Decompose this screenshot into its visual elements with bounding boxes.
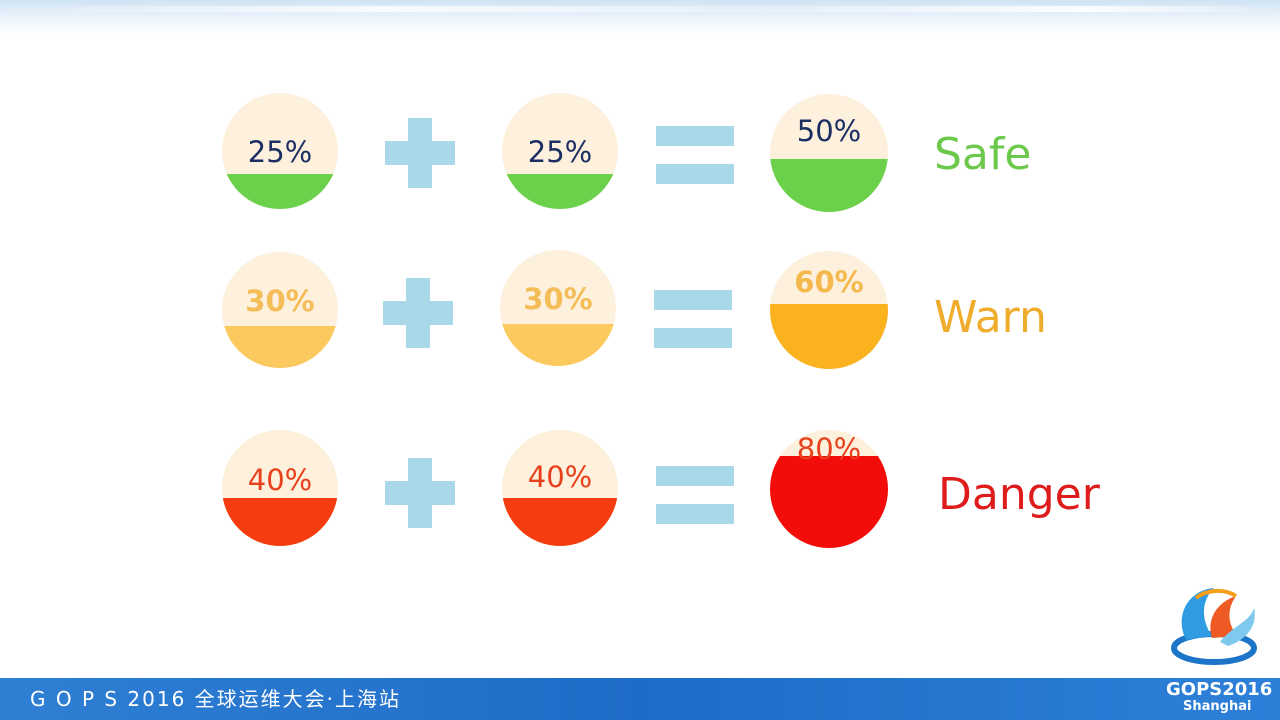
row1-result-label: 50% (796, 114, 862, 148)
row2-right-label: 30% (523, 282, 593, 316)
row2-left-label: 30% (245, 284, 315, 318)
row1-result-circle: 50% (770, 94, 888, 212)
logo-city: Shanghai (1183, 699, 1252, 714)
footer-bar: G O P S 2016 全球运维大会·上海站 GOPS2016 Shangha… (0, 678, 1280, 720)
row2-right-circle: 30% (500, 250, 616, 366)
plus-icon (383, 278, 453, 348)
row3-right-fill (502, 498, 618, 546)
row1-status: Safe (934, 129, 1032, 180)
row3-right-label: 40% (527, 460, 593, 494)
equals-icon (656, 466, 734, 524)
row2-status: Warn (934, 292, 1047, 343)
row2-result-circle: 60% (770, 251, 888, 369)
row3-result-label: 80% (796, 432, 862, 466)
row3-result-fill (770, 455, 888, 548)
row3-left-circle: 40% (222, 430, 338, 546)
row2-result-label: 60% (794, 265, 864, 299)
row1-right-label: 25% (527, 135, 593, 169)
plus-icon (385, 458, 455, 528)
row3-right-circle: 40% (502, 430, 618, 546)
row1-left-fill (222, 174, 338, 209)
row1-left-label: 25% (247, 135, 313, 169)
gops-logo-icon (1171, 588, 1257, 665)
equals-icon (654, 290, 732, 348)
row3-status: Danger (938, 469, 1100, 520)
row2-left-fill (222, 326, 338, 368)
row2-right-fill (500, 324, 616, 366)
equals-icon (656, 126, 734, 184)
row3-left-label: 40% (247, 463, 313, 497)
plus-icon (385, 118, 455, 188)
row3-left-fill (222, 498, 338, 546)
row1-left-circle: 25% (222, 93, 338, 209)
row1-right-circle: 25% (502, 93, 618, 209)
row2-left-circle: 30% (222, 252, 338, 368)
row2-result-fill (770, 304, 888, 369)
row1-right-fill (502, 174, 618, 209)
row1-result-fill (770, 158, 888, 212)
row3-result-circle: 80% (770, 430, 888, 548)
event-title: G O P S 2016 全球运维大会·上海站 (30, 687, 402, 711)
header-band (0, 0, 1280, 34)
